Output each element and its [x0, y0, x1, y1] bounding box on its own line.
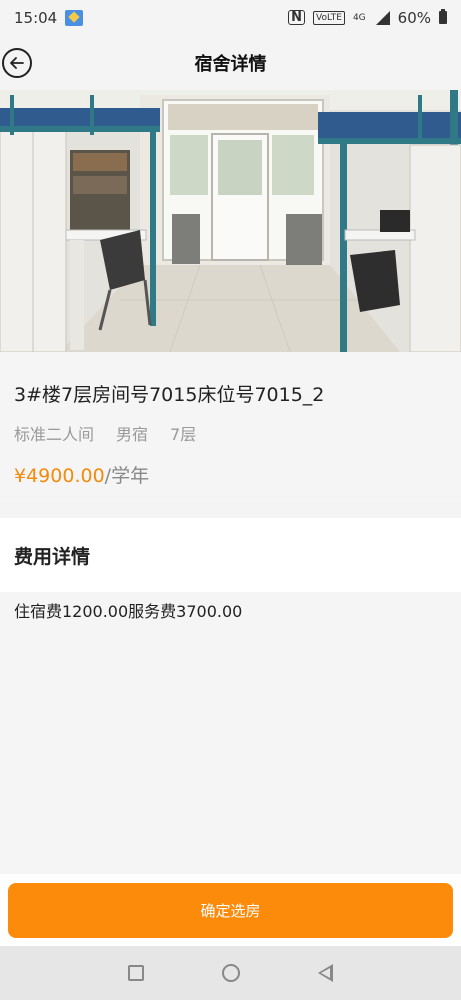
fee-section-header: 费用详情	[0, 518, 461, 592]
network-type-label: 4G	[352, 12, 366, 23]
nfc-icon: N	[288, 10, 306, 25]
fee-section-title: 费用详情	[14, 546, 91, 568]
signal-icon	[374, 10, 390, 25]
battery-percent: 60%	[397, 8, 431, 27]
app-notification-icon	[65, 9, 84, 26]
room-tags: 标准二人间 男宿 7层	[14, 421, 447, 445]
fee-detail-text: 住宿费1200.00服务费3700.00	[14, 602, 243, 621]
nav-back-icon[interactable]	[318, 964, 333, 982]
room-tag-floor: 7层	[170, 425, 197, 444]
room-tag-type: 标准二人间	[14, 425, 95, 444]
status-bar: 15:04 N VoLTE 4G 60%	[0, 0, 461, 35]
status-indicators: N VoLTE 4G 60%	[288, 9, 447, 27]
volte-icon: VoLTE	[313, 10, 345, 25]
status-time: 15:04	[14, 8, 58, 27]
page-title: 宿舍详情	[194, 53, 267, 75]
recent-apps-icon[interactable]	[128, 965, 144, 981]
home-icon[interactable]	[222, 964, 240, 982]
bottom-action-bar: 确定选房	[0, 874, 461, 946]
price-amount: ¥4900.00	[14, 465, 105, 487]
system-nav-bar	[0, 946, 461, 1000]
confirm-select-room-button[interactable]: 确定选房	[8, 883, 453, 938]
back-button[interactable]	[2, 48, 32, 78]
price-unit: /学年	[104, 465, 150, 487]
room-tag-gender: 男宿	[116, 425, 149, 444]
price-line: ¥4900.00/学年	[14, 461, 447, 488]
page-header: 宿舍详情	[0, 35, 461, 90]
back-arrow-circle-icon	[10, 57, 24, 69]
dorm-room-image	[0, 90, 461, 352]
battery-icon	[439, 9, 447, 24]
room-title: 3#楼7层房间号7015床位号7015_2	[14, 384, 325, 406]
room-photo	[0, 90, 461, 352]
room-info-card: 3#楼7层房间号7015床位号7015_2 标准二人间 男宿 7层 ¥4900.…	[0, 352, 461, 502]
fee-section-body: 住宿费1200.00服务费3700.00	[0, 592, 461, 874]
